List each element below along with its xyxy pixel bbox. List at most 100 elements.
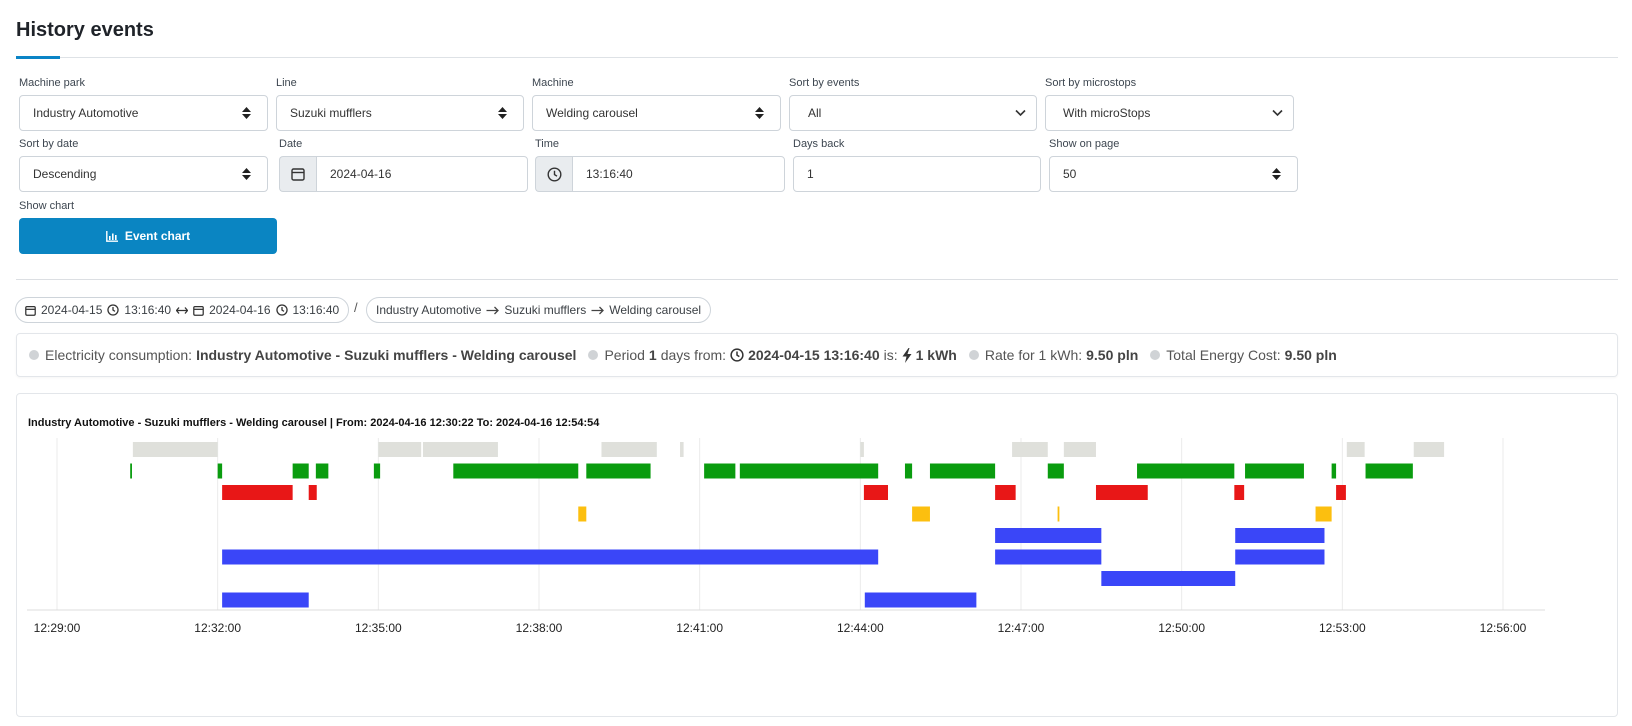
- sort-date-select[interactable]: Descending: [19, 156, 268, 192]
- breadcrumb-separator: /: [354, 300, 358, 315]
- sort-events-label: Sort by events: [789, 77, 860, 89]
- event-bar-red[interactable]: [1336, 485, 1346, 500]
- event-bar-red[interactable]: [863, 485, 889, 500]
- line-field: Line Suzuki mufflers: [276, 77, 524, 131]
- dot-icon: [1150, 350, 1161, 360]
- event-chart-button-label: Event chart: [124, 229, 191, 243]
- show-chart-label: Show chart: [19, 200, 75, 212]
- range-from-time: 13:16:40: [124, 303, 172, 317]
- days-back-label: Days back: [793, 138, 845, 150]
- event-bar-gray[interactable]: [680, 442, 684, 457]
- event-bar-green[interactable]: [373, 463, 381, 479]
- time-field: Time 13:16:40: [535, 138, 785, 192]
- event-bar-green[interactable]: [1137, 463, 1235, 479]
- double-arrow-icon: [176, 306, 189, 314]
- event-bar-green[interactable]: [453, 463, 579, 479]
- days-back-value: 1: [807, 167, 814, 181]
- event-bar-gray[interactable]: [378, 442, 422, 457]
- event-bar-gray[interactable]: [1012, 442, 1048, 457]
- event-bar-green[interactable]: [904, 463, 913, 479]
- chevron-down-icon: [1015, 109, 1026, 117]
- event-bar-green[interactable]: [292, 463, 309, 479]
- event-bar-green[interactable]: [130, 463, 132, 479]
- line-select[interactable]: Suzuki mufflers: [276, 95, 524, 131]
- rate-value: 9.50 pln: [1086, 347, 1139, 363]
- event-bar-blue[interactable]: [1235, 528, 1325, 543]
- event-bar-green[interactable]: [586, 463, 651, 479]
- time-label: Time: [535, 138, 560, 150]
- event-bar-blue[interactable]: [864, 592, 977, 608]
- machine-label: Machine: [532, 77, 574, 89]
- arrow-right-icon: [486, 306, 500, 314]
- breadcrumb-machine: Welding carousel: [609, 303, 702, 317]
- event-bar-gray[interactable]: [601, 442, 657, 457]
- event-bar-blue[interactable]: [995, 549, 1102, 565]
- event-bar-red[interactable]: [222, 485, 293, 500]
- x-tick-label: 12:29:00: [34, 621, 81, 635]
- event-bar-blue[interactable]: [995, 528, 1102, 543]
- sort-microstops-value: With microStops: [1063, 106, 1151, 120]
- event-bar-red[interactable]: [995, 485, 1016, 500]
- event-bar-gray[interactable]: [1063, 442, 1096, 457]
- event-bar-green[interactable]: [704, 463, 736, 479]
- machine-field: Machine Welding carousel: [532, 77, 781, 131]
- event-bar-yellow[interactable]: [578, 506, 587, 522]
- event-bar-green[interactable]: [739, 463, 879, 479]
- event-bar-yellow[interactable]: [1315, 506, 1332, 522]
- sort-microstops-field: Sort by microstops With microStops: [1045, 77, 1294, 131]
- event-bar-green[interactable]: [1365, 463, 1413, 479]
- event-bar-blue[interactable]: [1235, 549, 1325, 565]
- event-chart-button[interactable]: Event chart: [19, 218, 277, 254]
- event-bar-yellow[interactable]: [912, 506, 930, 522]
- event-bar-blue[interactable]: [1101, 571, 1236, 586]
- clock-icon: [730, 348, 744, 362]
- event-chart-card: Industry Automotive - Suzuki mufflers - …: [16, 393, 1618, 717]
- event-bar-green[interactable]: [315, 463, 329, 479]
- event-bar-blue[interactable]: [222, 592, 309, 608]
- kwh-value: 1 kWh: [915, 347, 957, 363]
- sort-date-field: Sort by date Descending: [19, 138, 268, 192]
- line-label: Line: [276, 77, 297, 89]
- event-bar-green[interactable]: [1245, 463, 1304, 479]
- x-tick-label: 12:50:00: [1158, 621, 1205, 635]
- sort-events-select[interactable]: All: [789, 95, 1037, 131]
- date-field: Date 2024-04-16: [279, 138, 528, 192]
- machine-select[interactable]: Welding carousel: [532, 95, 781, 131]
- sort-events-field: Sort by events All: [789, 77, 1037, 131]
- machine-park-select[interactable]: Industry Automotive: [19, 95, 268, 131]
- date-input[interactable]: 2024-04-16: [316, 156, 528, 192]
- arrow-right-icon: [591, 306, 605, 314]
- show-chart-field: Show chart Event chart: [19, 200, 277, 254]
- consumption-label: Electricity consumption:: [45, 347, 193, 363]
- dot-icon: [588, 350, 599, 360]
- event-bar-gray[interactable]: [1413, 442, 1445, 457]
- event-bar-gray[interactable]: [132, 442, 218, 457]
- event-bar-red[interactable]: [1095, 485, 1148, 500]
- event-bar-gray[interactable]: [860, 442, 864, 457]
- event-bar-gray[interactable]: [422, 442, 498, 457]
- sort-microstops-select[interactable]: With microStops: [1045, 95, 1294, 131]
- title-accent-bar: [16, 56, 60, 59]
- sort-caret-icon: [242, 168, 251, 180]
- range-from-date: 2024-04-15: [41, 303, 103, 317]
- event-bar-red[interactable]: [308, 485, 317, 500]
- event-bar-yellow[interactable]: [1057, 506, 1060, 522]
- event-bar-blue[interactable]: [222, 549, 879, 565]
- chevron-down-icon: [1272, 109, 1283, 117]
- event-bar-red[interactable]: [1234, 485, 1245, 500]
- event-bar-gray[interactable]: [1346, 442, 1365, 457]
- x-tick-label: 12:32:00: [194, 621, 241, 635]
- line-value: Suzuki mufflers: [290, 106, 372, 120]
- event-bar-green[interactable]: [929, 463, 996, 479]
- event-bar-green[interactable]: [217, 463, 223, 479]
- days-back-input[interactable]: 1: [793, 156, 1041, 192]
- show-on-page-select[interactable]: 50: [1049, 156, 1298, 192]
- time-value: 13:16:40: [586, 167, 633, 181]
- dot-icon: [29, 350, 39, 360]
- calendar-icon: [193, 305, 204, 316]
- event-bar-green[interactable]: [1331, 463, 1337, 479]
- calendar-icon: [25, 305, 36, 316]
- time-input[interactable]: 13:16:40: [572, 156, 785, 192]
- event-bar-green[interactable]: [1047, 463, 1064, 479]
- calendar-addon: [279, 156, 316, 192]
